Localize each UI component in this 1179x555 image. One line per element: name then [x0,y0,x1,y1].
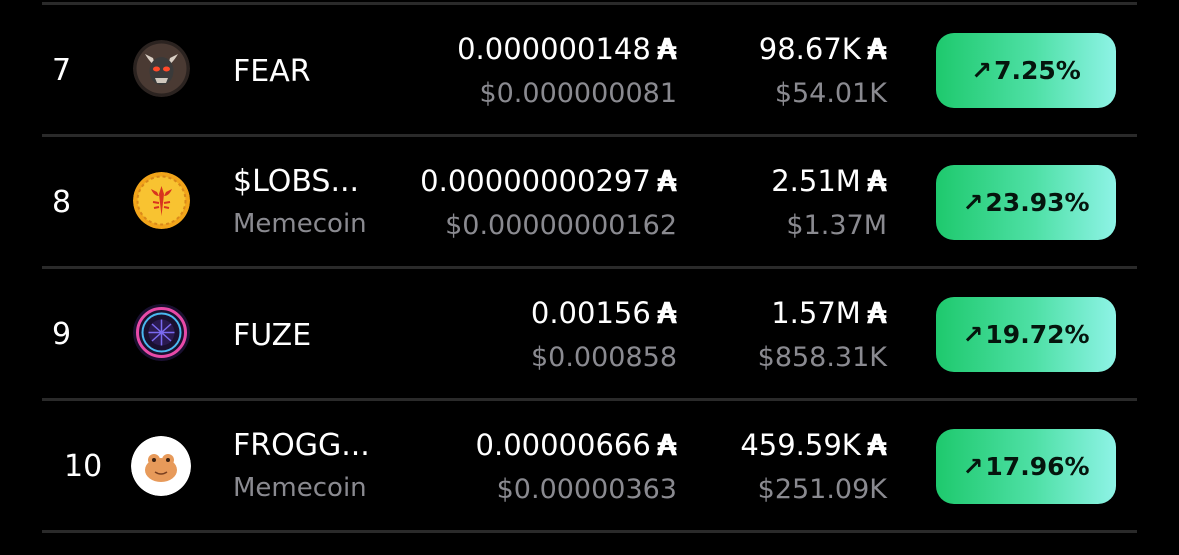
token-market-cap-usd: $54.01K [774,78,887,109]
token-rank: 8 [52,185,72,220]
price-change-badge[interactable]: ↗ 23.93% [936,165,1116,240]
price-change-value: 7.25% [994,56,1081,85]
token-price: 0.000000148 ₳ [457,32,677,66]
price-change-badge[interactable]: ↗ 17.96% [936,429,1116,504]
token-price-usd: $0.00000000162 [445,210,677,241]
token-market-cap: 459.59K ₳ [740,428,887,462]
ada-currency-icon: ₳ [656,164,677,198]
trend-up-arrow-icon: ↗ [971,56,993,85]
neon-globe-icon [133,304,190,361]
token-market-cap-usd: $858.31K [757,342,887,373]
price-change-badge[interactable]: ↗ 19.72% [936,297,1116,372]
trend-up-arrow-icon: ↗ [962,320,984,349]
ada-currency-icon: ₳ [656,32,677,66]
token-market-cap-usd: $1.37M [786,210,887,241]
token-rank: 10 [64,449,103,484]
ada-currency-icon: ₳ [866,164,887,198]
ada-currency-icon: ₳ [866,32,887,66]
token-rank: 7 [52,53,72,88]
token-name: FUZE [233,318,312,353]
horned-skull-icon [133,40,190,97]
token-price: 0.00156 ₳ [530,296,677,330]
ada-currency-icon: ₳ [656,428,677,462]
row-divider [42,530,1137,533]
trend-up-arrow-icon: ↗ [962,452,984,481]
token-market-cap: 2.51M ₳ [771,164,887,198]
lobster-coin-icon [133,172,190,229]
table-row[interactable]: 8 $LOBS... Memecoin 0.00000000297 ₳ $0.00… [0,137,1179,266]
token-market-cap-usd: $251.09K [757,474,887,505]
table-row[interactable]: 10 FROGG... Memecoin 0.00000666 ₳ $0.0000… [0,401,1179,530]
token-price-usd: $0.000000081 [479,78,677,109]
token-price: 0.00000000297 ₳ [420,164,677,198]
ada-currency-icon: ₳ [866,428,887,462]
token-name: $LOBS... [233,164,360,199]
frog-mascot-icon [131,436,191,496]
ada-currency-icon: ₳ [866,296,887,330]
token-market-cap: 98.67K ₳ [758,32,887,66]
token-price-usd: $0.000858 [530,342,677,373]
trend-up-arrow-icon: ↗ [962,188,984,217]
price-change-badge[interactable]: ↗ 7.25% [936,33,1116,108]
price-change-value: 17.96% [985,452,1090,481]
price-change-value: 23.93% [985,188,1090,217]
token-price: 0.00000666 ₳ [475,428,677,462]
token-price-usd: $0.00000363 [496,474,677,505]
table-row[interactable]: 9 FUZE 0.00156 ₳ $0.000858 1.57M ₳ $858.31… [0,269,1179,398]
token-category-tag: Memecoin [233,473,367,503]
token-rank: 9 [52,317,72,352]
token-market-cap: 1.57M ₳ [771,296,887,330]
table-row[interactable]: 7 FEAR 0.000000148 ₳ $0.000000081 98.67K ₳… [0,5,1179,134]
token-name: FROGG... [233,428,370,463]
token-category-tag: Memecoin [233,209,367,239]
token-name: FEAR [233,54,311,89]
price-change-value: 19.72% [985,320,1090,349]
ada-currency-icon: ₳ [656,296,677,330]
